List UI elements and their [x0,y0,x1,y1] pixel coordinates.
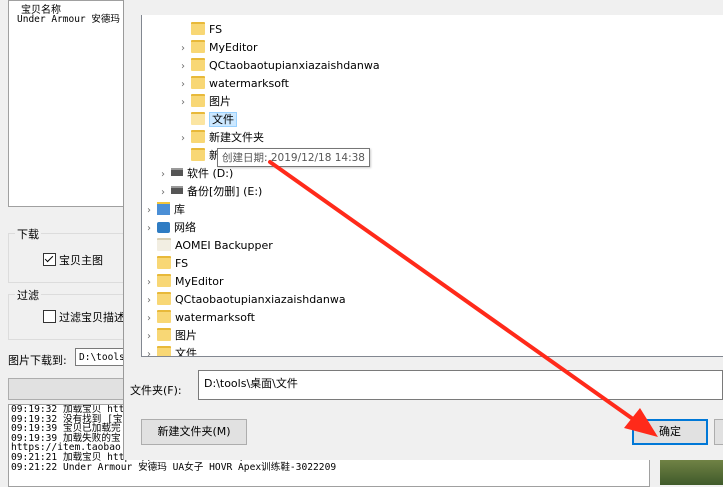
tree-item-myeditor-root[interactable]: › MyEditor [144,273,224,291]
tree-item-fs[interactable]: FS [178,21,222,39]
filter-group: 过滤 过滤宝贝描述 [8,287,128,340]
folder-icon [191,58,205,71]
list-item[interactable]: Under Armour 安德玛 [17,11,120,25]
chevron-right-icon[interactable]: › [144,346,154,356]
tree-item-label: 文件 [209,112,237,127]
tree-item-label: watermarksoft [209,77,289,90]
chevron-right-icon[interactable]: › [178,130,188,148]
tree-item-pictures[interactable]: › 图片 [178,93,231,111]
tree-item-label: FS [175,257,189,270]
tree-item-library[interactable]: › 库 [144,201,185,219]
folder-icon [191,76,205,89]
main-image-checkbox-label: 宝贝主图 [59,254,103,267]
chevron-right-icon[interactable]: › [144,328,154,346]
folder-icon [157,238,171,251]
tree-item-files-selected[interactable]: 文件 [178,111,237,129]
library-icon [157,202,170,215]
new-folder-button[interactable]: 新建文件夹(M) [141,419,247,445]
tree-item-myeditor[interactable]: › MyEditor [178,39,258,57]
product-list-panel[interactable]: 宝贝名称 Under Armour 安德玛 [8,0,125,207]
chevron-right-icon[interactable]: › [158,166,168,184]
folder-tree[interactable]: FS › MyEditor › QCtaobaotupianxiazaishdanw… [141,15,723,357]
folder-icon [157,274,171,287]
tree-item-qctaobao-root[interactable]: › QCtaobaotupianxiazaishdanwa [144,291,346,309]
filter-description-checkbox-label: 过滤宝贝描述 [59,311,125,324]
chevron-right-icon[interactable]: › [178,40,188,58]
ok-button[interactable]: 确定 [632,419,708,445]
chevron-right-icon[interactable]: › [144,292,154,310]
tree-item-watermarksoft[interactable]: › watermarksoft [178,75,289,93]
download-group-title: 下载 [15,226,41,242]
tree-item-label: QCtaobaotupianxiazaishdanwa [175,293,346,306]
tree-item-label: MyEditor [209,41,258,54]
folder-icon [191,22,205,35]
tree-item-label: 图片 [209,95,231,108]
download-path-input[interactable]: D:\tools\ [75,348,127,366]
folder-icon [157,310,171,323]
cancel-button[interactable] [714,419,723,445]
folder-open-icon [191,112,205,125]
chevron-right-icon[interactable]: › [144,202,154,220]
tree-item-network[interactable]: › 网络 [144,219,196,237]
download-path-label: 图片下载到: [8,354,67,367]
filter-description-checkbox-row[interactable]: 过滤宝贝描述 [43,309,127,325]
tooltip-created-date: 创建日期: 2019/12/18 14:38 [217,148,370,167]
filter-description-checkbox[interactable] [43,310,56,323]
tree-item-label: 文件 [175,347,197,357]
folder-icon [191,40,205,53]
tree-item-aomei[interactable]: AOMEI Backupper [144,237,273,255]
chevron-right-icon[interactable]: › [178,76,188,94]
chevron-right-icon[interactable]: › [178,94,188,112]
tree-item-watermarksoft-root[interactable]: › watermarksoft [144,309,255,327]
tree-item-label: 网络 [174,221,196,234]
tree-item-label: 图片 [175,329,197,342]
filter-group-title: 过滤 [15,287,41,303]
tree-item-drive-d[interactable]: › 软件 (D:) [158,165,233,183]
tree-item-label: 新建文件夹 [209,131,264,144]
main-image-checkbox-row[interactable]: 宝贝主图 [43,252,103,268]
tree-item-pictures-root[interactable]: › 图片 [144,327,197,345]
tree-item-drive-e[interactable]: › 备份[勿删] (E:) [158,183,262,201]
tree-item-new[interactable]: 新 [178,147,220,165]
tree-item-new-folder[interactable]: › 新建文件夹 [178,129,264,147]
main-image-checkbox[interactable] [43,253,56,266]
folder-path-input[interactable]: D:\tools\桌面\文件 [198,370,723,400]
folder-icon [191,94,205,107]
tree-item-fs-root[interactable]: FS [144,255,188,273]
chevron-right-icon[interactable]: › [144,274,154,292]
tree-item-label: 库 [174,203,185,216]
tree-item-label: FS [209,23,223,36]
folder-field-label: 文件夹(F): [130,384,182,397]
folder-icon [157,256,171,269]
folder-icon [157,328,171,341]
chevron-right-icon[interactable]: › [144,220,154,238]
drive-icon [171,168,183,176]
tree-item-label: AOMEI Backupper [175,239,273,252]
chevron-right-icon[interactable]: › [178,58,188,76]
tree-item-label: QCtaobaotupianxiazaishdanwa [209,59,380,72]
folder-icon [157,346,171,356]
network-icon [157,222,170,233]
tree-item-label: 软件 (D:) [187,167,234,180]
chevron-right-icon[interactable]: › [144,310,154,328]
download-group: 下载 宝贝主图 [8,226,128,283]
chevron-right-icon[interactable]: › [158,184,168,202]
folder-icon [191,148,205,161]
tree-item-label: 备份[勿删] (E:) [187,185,263,198]
tree-item-files-root[interactable]: › 文件 [144,345,197,357]
folder-icon [191,130,205,143]
progress-bar [8,378,128,400]
tree-item-qctaobao[interactable]: › QCtaobaotupianxiazaishdanwa [178,57,380,75]
folder-icon [157,292,171,305]
log-line: 09:21:22 Under Armour 安德玛 UA女子 HOVR Apex… [11,461,337,473]
drive-icon [171,186,183,194]
tree-item-label: MyEditor [175,275,224,288]
tree-item-label: watermarksoft [175,311,255,324]
